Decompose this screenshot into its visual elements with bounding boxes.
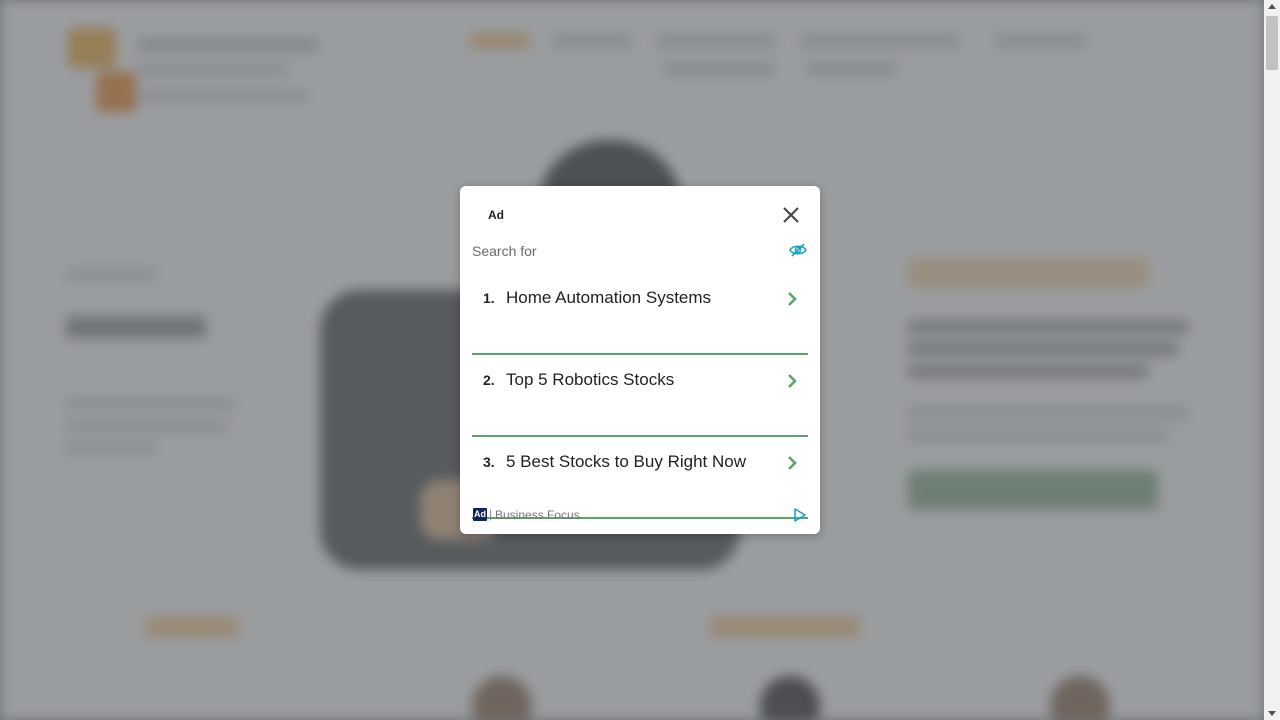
chevron-right-icon[interactable] (786, 455, 798, 471)
search-for-label: Search for (472, 243, 537, 259)
scroll-down-icon[interactable] (1268, 711, 1276, 716)
chevron-right-icon[interactable] (786, 373, 798, 389)
scroll-up-icon[interactable] (1268, 4, 1276, 9)
item-label[interactable]: Top 5 Robotics Stocks (506, 370, 674, 390)
ad-badge: Ad (473, 508, 487, 521)
ad-modal: Ad Search for 1. Home Automation Systems… (460, 186, 820, 534)
ad-search-item[interactable]: 2. Top 5 Robotics Stocks (472, 355, 808, 437)
close-icon[interactable] (780, 204, 802, 226)
item-number: 2. (483, 372, 495, 388)
ad-search-list: 1. Home Automation Systems 2. Top 5 Robo… (472, 273, 808, 519)
hide-ad-icon[interactable] (789, 242, 807, 258)
page-scrollbar[interactable] (1264, 0, 1280, 720)
item-label[interactable]: 5 Best Stocks to Buy Right Now (506, 452, 746, 472)
footer-separator: | (489, 507, 493, 521)
item-label[interactable]: Home Automation Systems (506, 288, 711, 308)
adchoices-icon[interactable] (793, 508, 807, 522)
scrollbar-thumb[interactable] (1266, 16, 1278, 70)
ad-search-item[interactable]: 3. 5 Best Stocks to Buy Right Now (472, 437, 808, 519)
ad-label: Ad (488, 208, 504, 222)
chevron-right-icon[interactable] (786, 291, 798, 307)
item-number: 1. (483, 290, 495, 306)
close-button[interactable] (780, 204, 802, 226)
advertiser-name[interactable]: Business Focus (495, 508, 580, 522)
ad-search-item[interactable]: 1. Home Automation Systems (472, 273, 808, 355)
item-number: 3. (483, 454, 495, 470)
